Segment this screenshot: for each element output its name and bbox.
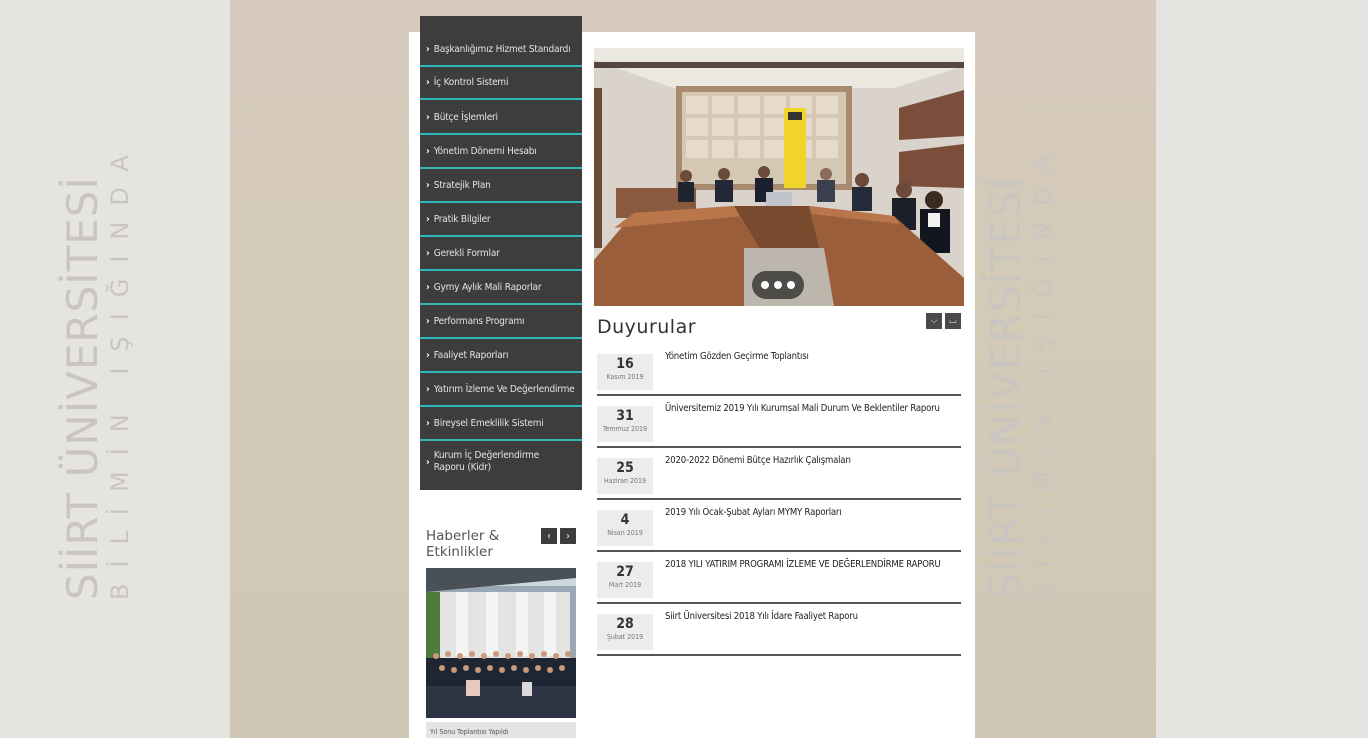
sidebar-item-label: Kurum İç Değerlendirme Raporu (Kidr) — [433, 450, 540, 473]
slider-dot[interactable] — [787, 281, 795, 289]
sidebar-item-gerekli-formlar[interactable]: › Gerekli Formlar — [420, 238, 582, 271]
sidebar-item-pratik-bilgiler[interactable]: › Pratik Bilgiler — [420, 204, 582, 237]
sidebar-item-faaliyet[interactable]: › Faaliyet Raporları — [420, 340, 582, 373]
news-photo — [426, 568, 576, 718]
slider-dot[interactable] — [761, 281, 769, 289]
announcement-item[interactable]: 31 Temmuz 2019 Üniversitemiz 2019 Yılı K… — [597, 398, 961, 448]
chevron-left-icon[interactable]: ‹ — [541, 528, 557, 544]
announcement-date: 28 Şubat 2019 — [597, 614, 653, 650]
chevron-right-icon: › — [426, 418, 430, 429]
chevron-up-icon[interactable]: ⌴ — [945, 313, 961, 329]
sidebar-menu: › Başkanlığımız Hizmet Standardı › İç Kont… — [420, 16, 582, 490]
sidebar-item-label: Pratik Bilgiler — [433, 214, 491, 225]
sidebar-item-label: Faaliyet Raporları — [433, 350, 509, 361]
announcement-item[interactable]: 27 Mart 2019 2018 YILI YATIRIM PROGRAMI … — [597, 554, 961, 604]
announcement-item[interactable]: 28 Şubat 2019 Siirt Üniversitesi 2018 Yı… — [597, 606, 961, 656]
sidebar-item-label: Gymy Aylık Mali Raporlar — [433, 282, 542, 293]
chevron-right-icon: › — [426, 77, 430, 88]
chevron-right-icon: › — [426, 282, 430, 293]
watermark-line-1: SİİRT ÜNİVERSİTESİ — [981, 176, 1030, 600]
chevron-right-icon: › — [426, 146, 430, 157]
announcement-date: 4 Nisan 2019 — [597, 510, 653, 546]
announcement-date: 25 Haziran 2019 — [597, 458, 653, 494]
sidebar-item-label: Gerekli Formlar — [433, 248, 500, 259]
sidebar-item-label: Stratejik Plan — [433, 180, 491, 191]
slider-pagination[interactable] — [752, 271, 804, 299]
announcement-item[interactable]: 4 Nisan 2019 2019 Yılı Ocak-Şubat Ayları… — [597, 502, 961, 552]
sidebar-item-yatirim[interactable]: › Yatırım İzleme Ve Değerlendirme — [420, 374, 582, 407]
news-caption[interactable]: Yıl Sonu Toplantısı Yapıldı — [426, 722, 576, 738]
chevron-right-icon: › — [426, 44, 430, 55]
announcements-title: Duyurular — [597, 316, 697, 338]
announcement-date: 31 Temmuz 2019 — [597, 406, 653, 442]
chevron-right-icon: › — [426, 214, 430, 225]
date-day: 16 — [616, 356, 634, 372]
right-watermark: SİİRT ÜNİVERSİTESİ BİLİMİN IŞIĞINDA — [981, 60, 1085, 600]
left-watermark: SİİRT ÜNİVERSİTESİ BİLİMİN IŞIĞINDA — [58, 60, 162, 600]
chevron-right-icon: › — [426, 384, 430, 395]
announcement-link[interactable]: Siirt Üniversitesi 2018 Yılı İdare Faali… — [665, 611, 858, 622]
sidebar-item-stratejik-plan[interactable]: › Stratejik Plan — [420, 170, 582, 203]
sidebar-item-label: Yatırım İzleme Ve Değerlendirme — [433, 384, 575, 395]
chevron-right-icon: › — [426, 457, 430, 468]
sidebar-item-emeklilik[interactable]: › Bireysel Emeklilik Sistemi — [420, 408, 582, 441]
watermark-line-2: BİLİMİN IŞIĞINDA — [1029, 139, 1057, 600]
watermark-line-1: SİİRT ÜNİVERSİTESİ — [58, 176, 107, 600]
news-controls: ‹ › — [541, 528, 576, 544]
sidebar-item-label: Yönetim Dönemi Hesabı — [433, 146, 537, 157]
date-month: Haziran 2019 — [603, 477, 647, 485]
watermark-line-2: BİLİMİN IŞIĞINDA — [106, 139, 134, 600]
news-image[interactable] — [426, 568, 576, 718]
sidebar-item-gymy-raporlar[interactable]: › Gymy Aylık Mali Raporlar — [420, 272, 582, 305]
image-slider[interactable] — [594, 48, 964, 306]
date-day: 4 — [620, 512, 630, 528]
slider-dot[interactable] — [774, 281, 782, 289]
chevron-right-icon: › — [426, 316, 430, 327]
chevron-right-icon: › — [426, 350, 430, 361]
announcement-date: 16 Kasım 2019 — [597, 354, 653, 390]
announcement-link[interactable]: 2020-2022 Dönemi Bütçe Hazırlık Çalışmal… — [665, 455, 851, 466]
sidebar-item-ic-kontrol[interactable]: › İç Kontrol Sistemi — [420, 67, 582, 100]
sidebar-item-label: Performans Programı — [433, 316, 525, 327]
sidebar-item-yonetim-donemi[interactable]: › Yönetim Dönemi Hesabı — [420, 136, 582, 169]
date-month: Temmuz 2019 — [602, 425, 648, 433]
sidebar-item-label: İç Kontrol Sistemi — [433, 77, 509, 88]
date-month: Şubat 2019 — [606, 633, 644, 641]
sidebar-item-label: Başkanlığımız Hizmet Standardı — [433, 44, 571, 55]
date-month: Kasım 2019 — [606, 373, 644, 381]
date-day: 25 — [616, 460, 634, 476]
sidebar-item-label: Bireysel Emeklilik Sistemi — [433, 418, 544, 429]
date-day: 28 — [616, 616, 634, 632]
announcement-link[interactable]: 2019 Yılı Ocak-Şubat Ayları MYMY Raporla… — [665, 507, 842, 518]
date-day: 27 — [616, 564, 634, 580]
chevron-down-icon[interactable]: ⌵ — [926, 313, 942, 329]
announcement-link[interactable]: Yönetim Gözden Geçirme Toplantısı — [665, 351, 809, 362]
sidebar-item-butce[interactable]: › Bütçe İşlemleri — [420, 102, 582, 135]
chevron-right-icon: › — [426, 112, 430, 123]
chevron-right-icon: › — [426, 180, 430, 191]
announcement-link[interactable]: Üniversitemiz 2019 Yılı Kurumsal Mali Du… — [665, 403, 940, 414]
announcement-item[interactable]: 16 Kasım 2019 Yönetim Gözden Geçirme Top… — [597, 346, 961, 396]
chevron-right-icon[interactable]: › — [560, 528, 576, 544]
sidebar-item-label: Bütçe İşlemleri — [433, 112, 498, 123]
chevron-right-icon: › — [426, 248, 430, 259]
news-title: Haberler & Etkinlikler — [426, 528, 500, 560]
sidebar-item-performans[interactable]: › Performans Programı — [420, 306, 582, 339]
announcement-link[interactable]: 2018 YILI YATIRIM PROGRAMI İZLEME VE DEĞ… — [665, 559, 941, 570]
announcements-controls: ⌵ ⌴ — [926, 313, 961, 329]
slider-photo — [594, 48, 964, 306]
date-month: Mart 2019 — [608, 581, 642, 589]
sidebar-item-kidr[interactable]: › Kurum İç Değerlendirme Raporu (Kidr) — [420, 442, 582, 490]
date-day: 31 — [616, 408, 634, 424]
right-background — [1156, 0, 1368, 738]
announcement-date: 27 Mart 2019 — [597, 562, 653, 598]
date-month: Nisan 2019 — [607, 529, 643, 537]
announcement-item[interactable]: 25 Haziran 2019 2020-2022 Dönemi Bütçe H… — [597, 450, 961, 500]
sidebar-item-hizmet-standardi[interactable]: › Başkanlığımız Hizmet Standardı — [420, 34, 582, 67]
